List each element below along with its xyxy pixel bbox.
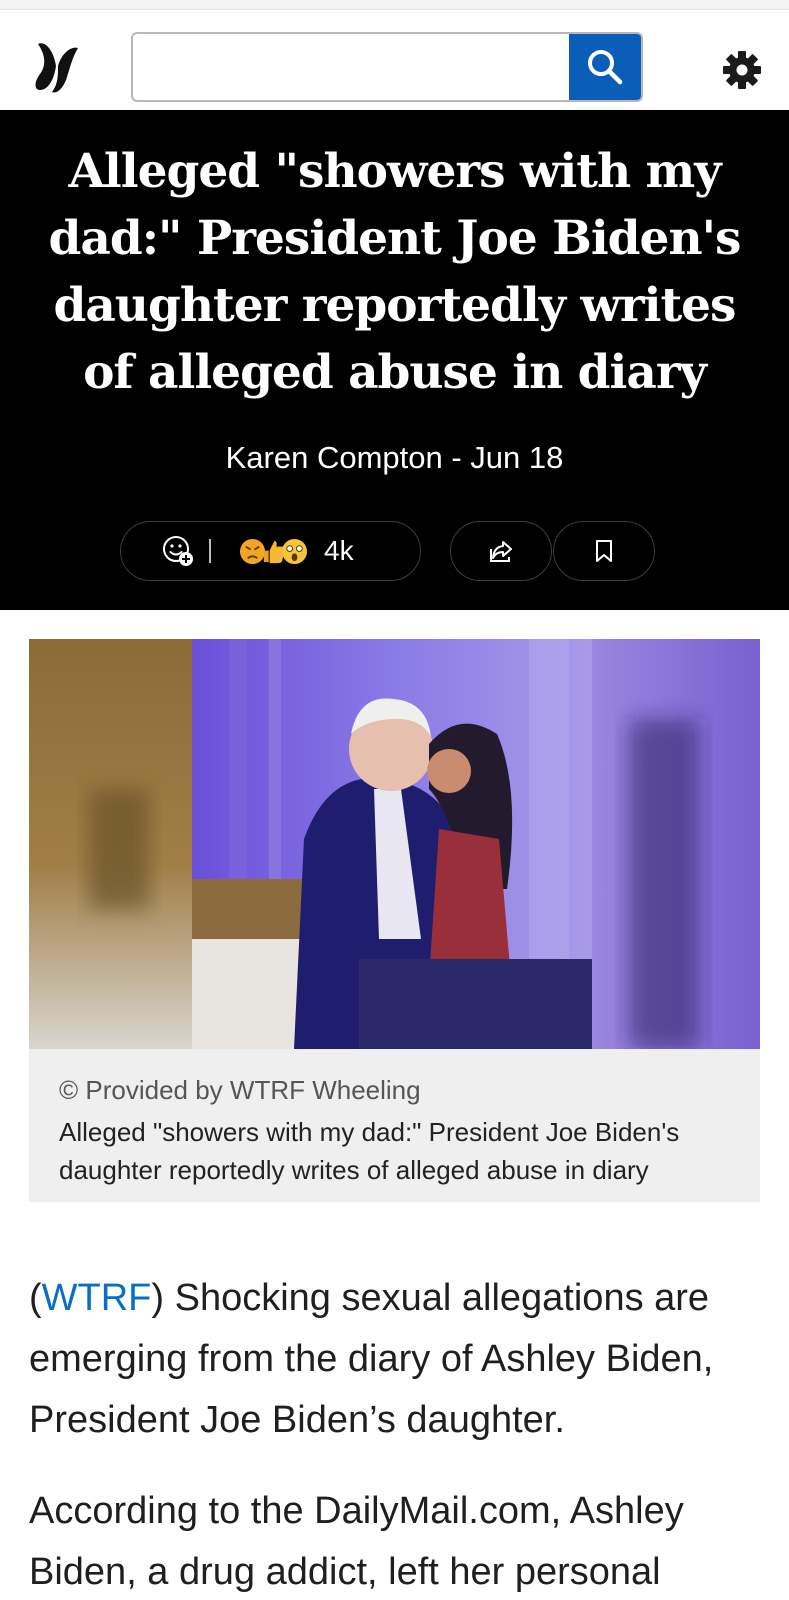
article-paragraph: According to the DailyMail.com, Ashley B…	[29, 1490, 684, 1593]
open-paren: (	[29, 1277, 42, 1319]
reaction-separator	[209, 539, 211, 563]
search-input[interactable]	[133, 34, 569, 100]
image-caption: Alleged "showers with my dad:" President…	[59, 1117, 680, 1185]
image-credit: © Provided by WTRF Wheeling	[59, 1075, 421, 1105]
msn-butterfly-logo-icon[interactable]	[32, 36, 82, 96]
search-button[interactable]	[569, 34, 641, 100]
surprised-emoji-icon	[281, 538, 308, 564]
search-box	[131, 32, 643, 102]
article-paragraph: (WTRF) Shocking sexual allegations are e…	[29, 1268, 769, 1451]
reactions-button[interactable]: 4k	[120, 521, 421, 581]
article-photo[interactable]	[29, 639, 760, 1049]
add-reaction-icon	[163, 536, 193, 566]
wtrf-link[interactable]: WTRF	[42, 1277, 152, 1319]
reaction-count: 4k	[324, 535, 354, 566]
reaction-emojis	[239, 538, 308, 565]
image-caption-box: © Provided by WTRF Wheeling Alleged "sho…	[29, 1049, 760, 1202]
save-button[interactable]	[553, 521, 655, 581]
share-button[interactable]	[450, 521, 552, 581]
article-hero: Alleged "showers with my dad:" President…	[0, 110, 789, 610]
share-icon	[490, 541, 512, 562]
article-byline: Karen Compton - Jun 18	[225, 440, 564, 475]
header-bar	[0, 10, 789, 110]
bookmark-icon	[596, 540, 612, 562]
article-title: Alleged "showers with my dad:" President…	[48, 144, 742, 400]
top-strip	[0, 0, 789, 10]
gear-icon[interactable]	[722, 50, 762, 90]
search-icon	[588, 50, 623, 85]
